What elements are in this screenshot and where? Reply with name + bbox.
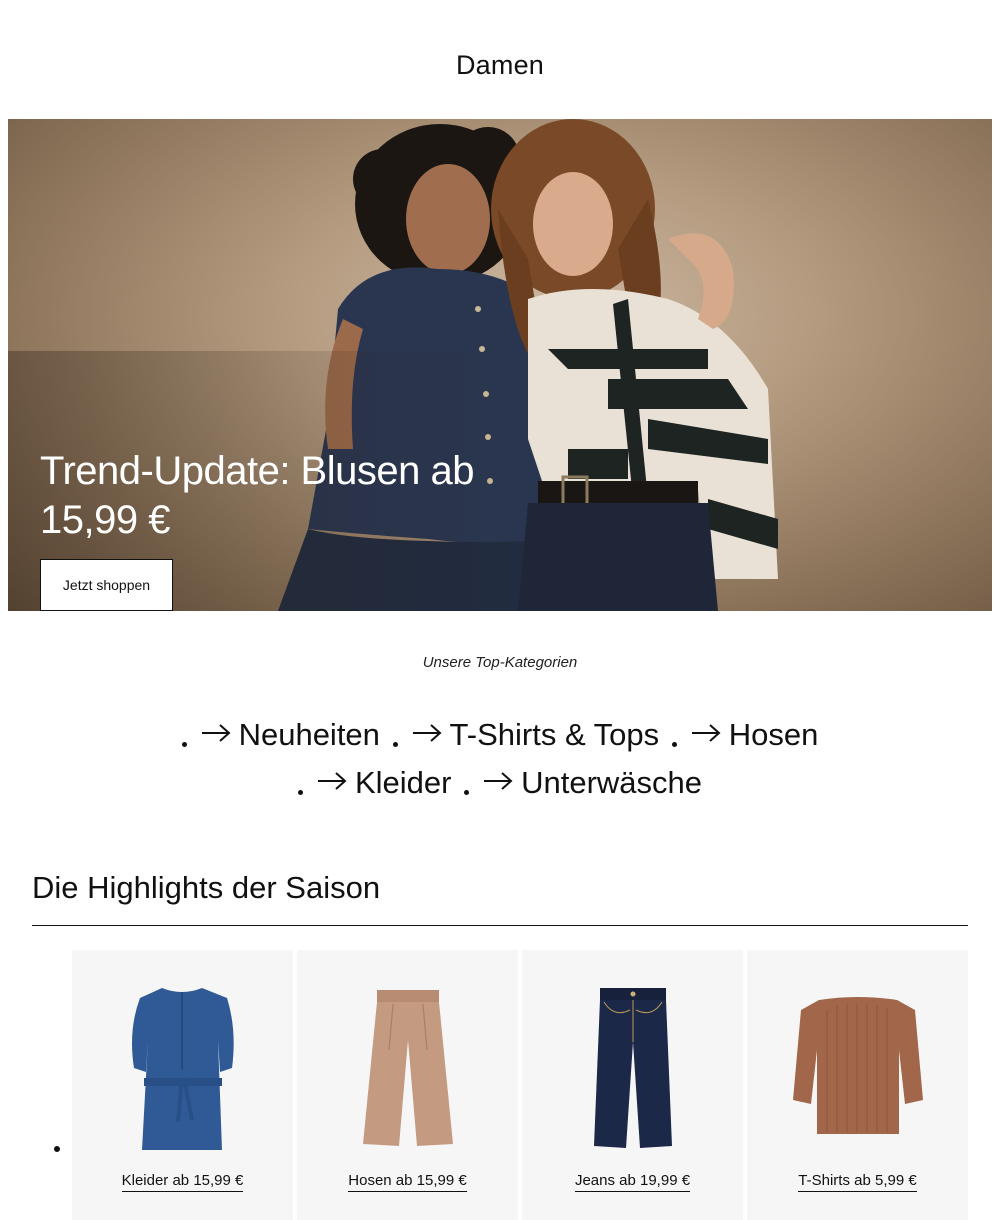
bullet-dot — [181, 742, 187, 748]
category-label: Neuheiten — [238, 717, 380, 752]
hero-banner[interactable]: Trend-Update: Blusen ab 15,99 € Jetzt sh… — [8, 119, 992, 611]
category-link-unterwaesche[interactable]: Unterwäsche — [464, 760, 702, 808]
category-link-neuheiten[interactable]: Neuheiten — [181, 710, 380, 760]
product-label[interactable]: Kleider ab 15,99 € — [72, 1172, 293, 1192]
product-label[interactable]: Jeans ab 19,99 € — [522, 1172, 743, 1192]
product-card-tshirt[interactable]: T-Shirts ab 5,99 € — [747, 950, 968, 1220]
category-label: Hosen — [728, 717, 819, 752]
category-label: T-Shirts & Tops — [449, 717, 660, 752]
category-label: Unterwäsche — [521, 764, 703, 800]
bullet-dot — [671, 742, 677, 748]
bullet-dot — [392, 742, 398, 748]
page-title: Damen — [455, 50, 545, 80]
product-label[interactable]: T-Shirts ab 5,99 € — [747, 1172, 968, 1192]
top-categories-heading: Unsere Top-Kategorien — [422, 654, 578, 671]
bullet-dot — [297, 790, 303, 796]
product-card-trousers[interactable]: Hosen ab 15,99 € — [297, 950, 518, 1220]
product-label[interactable]: Hosen ab 15,99 € — [297, 1172, 518, 1192]
category-label: Kleider — [354, 764, 452, 800]
section-divider — [32, 925, 968, 926]
arrow-right-icon — [201, 710, 231, 756]
product-card-jeans[interactable]: Jeans ab 19,99 € — [522, 950, 743, 1220]
bullet-dot — [464, 790, 470, 796]
category-link-hosen[interactable]: Hosen — [671, 710, 819, 760]
arrow-right-icon — [317, 758, 347, 804]
arrow-right-icon — [691, 710, 721, 756]
shop-now-button[interactable]: Jetzt shoppen — [40, 559, 173, 611]
list-bullet — [54, 1146, 60, 1152]
highlights-title: Die Highlights der Saison — [32, 870, 381, 905]
hero-heading: Trend-Update: Blusen ab 15,99 € — [40, 449, 474, 542]
arrow-right-icon — [483, 758, 513, 804]
category-link-kleider[interactable]: Kleider — [297, 758, 452, 808]
category-link-tshirts-tops[interactable]: T-Shirts & Tops — [392, 710, 660, 760]
top-categories-list: Neuheiten T-Shirts & Tops Hosen Kleider … — [100, 712, 900, 808]
arrow-right-icon — [412, 710, 442, 756]
product-card-dress[interactable]: Kleider ab 15,99 € — [72, 950, 293, 1220]
highlights-product-list: Kleider ab 15,99 € Hosen ab 15,99 € Jean… — [72, 950, 968, 1220]
